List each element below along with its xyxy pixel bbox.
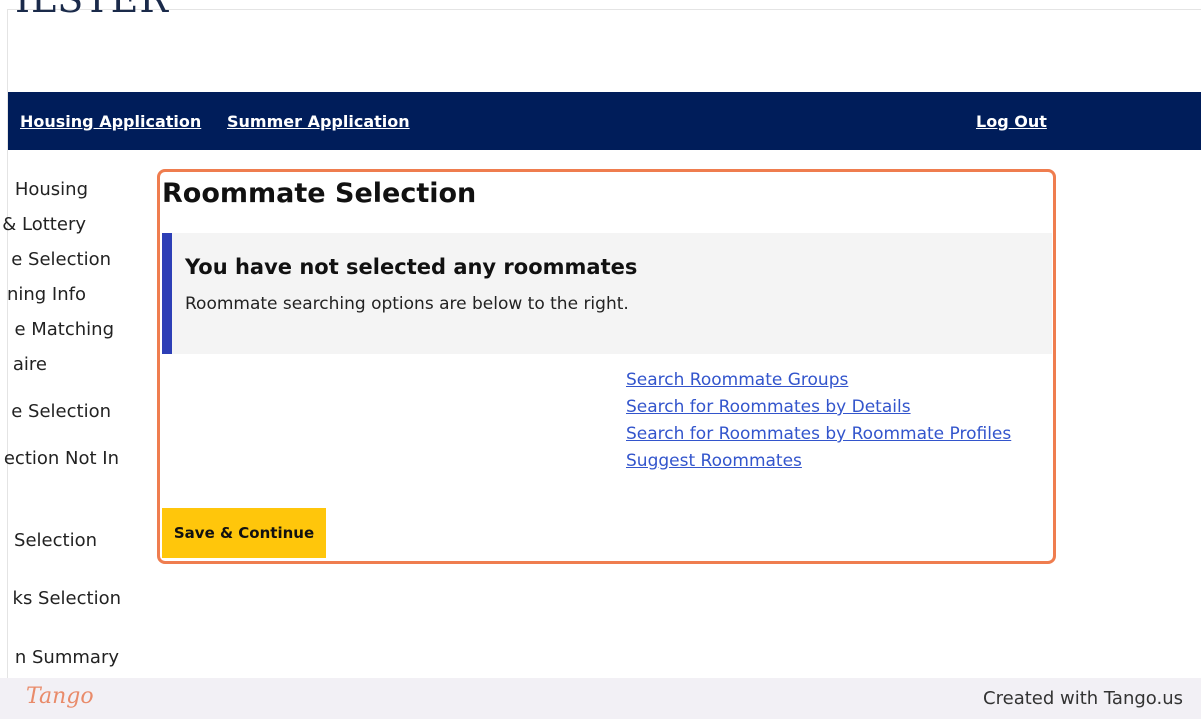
page-top-border — [7, 9, 1201, 10]
nav-log-out-link[interactable]: Log Out — [976, 112, 1047, 131]
sidebar-item-summary[interactable]: n Summary — [0, 647, 119, 668]
top-navbar: Housing Application Summer Application L… — [8, 92, 1201, 150]
tango-footer: Tango Created with Tango.us — [0, 678, 1201, 719]
tango-logo: Tango — [26, 684, 94, 709]
sidebar-item-lottery[interactable]: & Lottery — [0, 214, 86, 235]
sidebar-item-housing[interactable]: Housing — [0, 179, 88, 200]
nav-summer-application-link[interactable]: Summer Application — [227, 112, 410, 131]
site-logo: ILSTER — [15, 0, 169, 18]
sidebar-item-blocks-selection[interactable]: ks Selection — [0, 588, 121, 609]
sidebar-item-matching[interactable]: e Matching — [0, 319, 114, 340]
sidebar-item-questionnaire[interactable]: aire — [0, 354, 47, 375]
nav-housing-application-link[interactable]: Housing Application — [20, 112, 201, 131]
sidebar-item-selection-not-in[interactable]: ection Not In — [0, 448, 119, 469]
sidebar-item-selection-3[interactable]: Selection — [0, 530, 97, 551]
sidebar-item-selection-2[interactable]: e Selection — [0, 401, 111, 422]
highlight-box — [157, 169, 1056, 564]
sidebar-item-info[interactable]: ning Info — [0, 284, 86, 305]
created-with-text: Created with Tango.us — [983, 688, 1183, 709]
sidebar-item-selection[interactable]: e Selection — [0, 249, 111, 270]
